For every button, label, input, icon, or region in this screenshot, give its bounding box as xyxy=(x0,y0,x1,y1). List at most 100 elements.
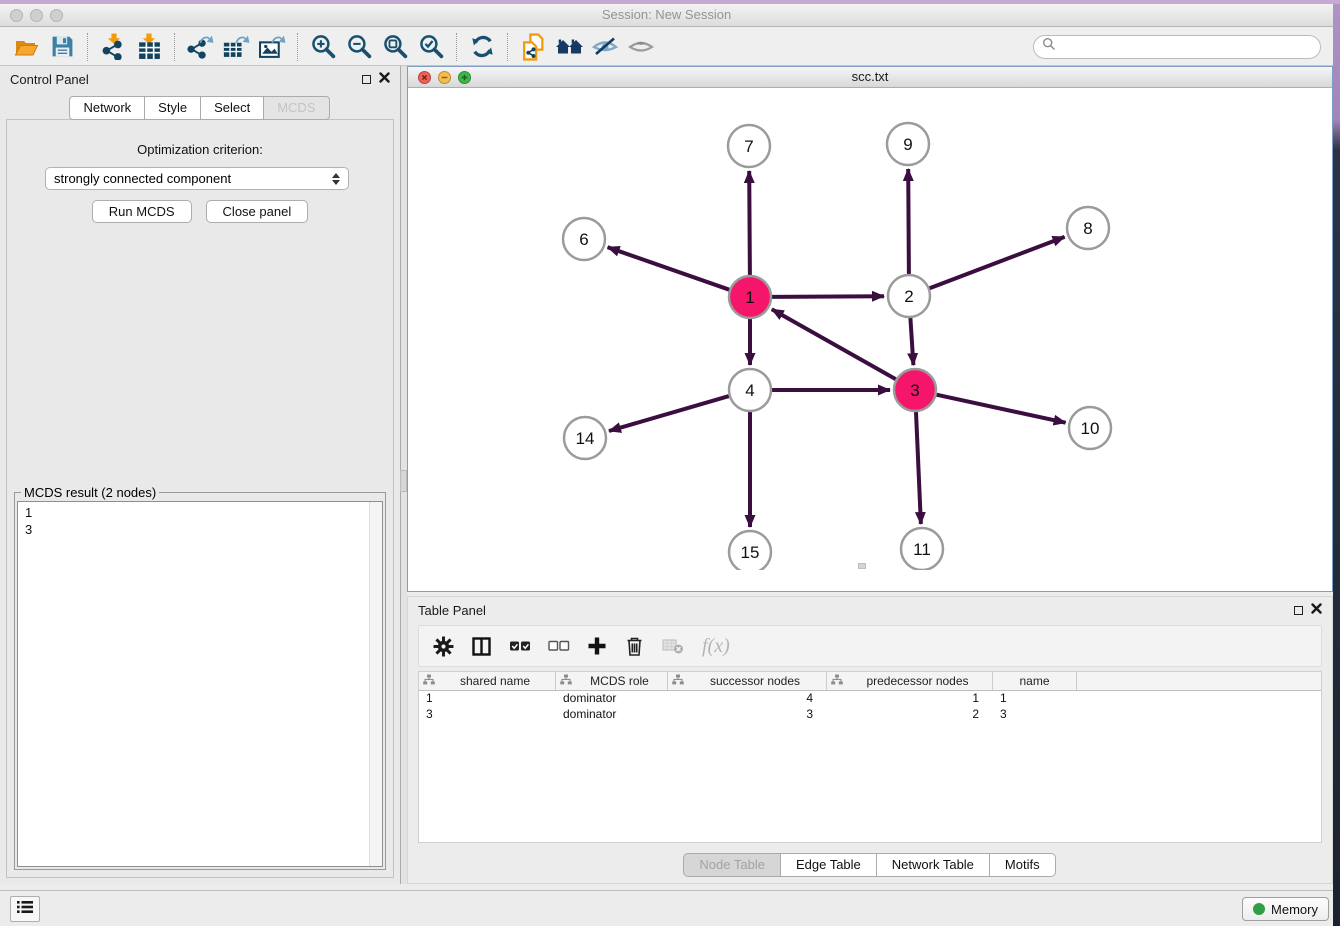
node-2[interactable]: 2 xyxy=(888,275,930,317)
edge-3-10[interactable] xyxy=(937,395,1066,423)
column-layout-icon[interactable] xyxy=(471,636,492,657)
open-session-icon[interactable] xyxy=(8,31,44,63)
tab-motifs[interactable]: Motifs xyxy=(989,853,1056,877)
node-9[interactable]: 9 xyxy=(887,123,929,165)
first-neighbors-icon[interactable] xyxy=(515,31,551,63)
memory-button[interactable]: Memory xyxy=(1242,897,1329,921)
toolbar-separator xyxy=(507,33,508,61)
column-header-predecessor-nodes[interactable]: predecessor nodes xyxy=(827,672,993,690)
home-icon[interactable] xyxy=(551,31,587,63)
table-cell[interactable]: 3 xyxy=(668,707,827,723)
table-cell[interactable]: 1 xyxy=(827,691,993,707)
edge-2-8[interactable] xyxy=(930,237,1065,288)
add-column-icon[interactable] xyxy=(587,636,607,656)
edge-1-6[interactable] xyxy=(608,247,730,290)
mcds-result-scrollbar[interactable] xyxy=(369,502,382,866)
node-8[interactable]: 8 xyxy=(1067,207,1109,249)
node-14[interactable]: 14 xyxy=(564,417,606,459)
close-panel-icon[interactable] xyxy=(379,70,390,88)
table-row[interactable]: 1dominator411 xyxy=(419,691,1321,707)
zoom-fit-icon[interactable] xyxy=(377,31,413,63)
edge-2-9[interactable] xyxy=(908,169,909,274)
edge-1-2[interactable] xyxy=(772,296,884,297)
mcds-result-line: 3 xyxy=(25,521,375,538)
tab-style[interactable]: Style xyxy=(144,96,201,120)
node-10[interactable]: 10 xyxy=(1069,407,1111,449)
column-header-name[interactable]: name xyxy=(993,672,1077,690)
mcds-result-lines: 13 xyxy=(18,502,382,540)
table-header-row: shared nameMCDS rolesuccessor nodesprede… xyxy=(419,672,1321,691)
table-cell[interactable]: 1 xyxy=(993,691,1077,707)
criterion-dropdown[interactable]: strongly connected component xyxy=(45,167,349,190)
svg-text:2: 2 xyxy=(904,287,913,306)
hide-details-icon[interactable] xyxy=(587,31,623,63)
table-cell[interactable]: 3 xyxy=(993,707,1077,723)
export-image-icon[interactable] xyxy=(254,31,290,63)
node-15[interactable]: 15 xyxy=(729,531,771,570)
optimization-criterion-label: Optimization criterion: xyxy=(7,142,393,157)
network-canvas[interactable]: 7 9 6 8 1 2 4 3 14 10 15 11 xyxy=(408,88,1332,570)
list-icon xyxy=(17,900,33,919)
float-panel-icon[interactable] xyxy=(362,75,371,84)
svg-text:11: 11 xyxy=(913,540,931,559)
node-4[interactable]: 4 xyxy=(729,369,771,411)
column-header-MCDS-role[interactable]: MCDS role xyxy=(556,672,668,690)
close-panel-icon[interactable] xyxy=(1311,601,1322,619)
import-table-icon[interactable] xyxy=(131,31,167,63)
task-history-button[interactable] xyxy=(10,896,40,922)
network-window-titlebar[interactable]: scc.txt xyxy=(408,67,1332,88)
mcds-result-textarea[interactable]: 13 xyxy=(17,501,383,867)
network-graph[interactable]: 7 9 6 8 1 2 4 3 14 10 15 11 xyxy=(408,88,1332,570)
table-cell[interactable]: dominator xyxy=(556,691,668,707)
delete-column-icon[interactable] xyxy=(624,635,645,657)
search-box[interactable] xyxy=(1033,35,1321,59)
select-all-checkbox-icon[interactable] xyxy=(509,638,531,654)
export-network-icon[interactable] xyxy=(182,31,218,63)
refresh-icon[interactable] xyxy=(464,31,500,63)
node-7[interactable]: 7 xyxy=(728,125,770,167)
mcds-panel: Optimization criterion: strongly connect… xyxy=(6,119,394,878)
table-cell[interactable]: 3 xyxy=(419,707,556,723)
node-table[interactable]: shared nameMCDS rolesuccessor nodesprede… xyxy=(418,671,1322,843)
column-type-tree-icon xyxy=(556,674,572,689)
vertical-splitter-handle[interactable] xyxy=(400,470,407,492)
tab-network-table[interactable]: Network Table xyxy=(876,853,990,877)
table-cell[interactable]: dominator xyxy=(556,707,668,723)
node-6[interactable]: 6 xyxy=(563,218,605,260)
edge-3-1[interactable] xyxy=(772,309,896,379)
zoom-in-icon[interactable] xyxy=(305,31,341,63)
zoom-selected-icon[interactable] xyxy=(413,31,449,63)
search-input[interactable] xyxy=(1061,39,1312,54)
canvas-splitter-handle[interactable] xyxy=(858,563,866,569)
zoom-out-icon[interactable] xyxy=(341,31,377,63)
export-table-icon[interactable] xyxy=(218,31,254,63)
table-cell[interactable]: 4 xyxy=(668,691,827,707)
run-mcds-button[interactable]: Run MCDS xyxy=(92,200,192,223)
settings-gear-icon[interactable] xyxy=(433,636,454,657)
tab-mcds[interactable]: MCDS xyxy=(263,96,329,120)
node-11[interactable]: 11 xyxy=(901,528,943,570)
edge-2-3[interactable] xyxy=(910,318,913,365)
column-header-successor-nodes[interactable]: successor nodes xyxy=(668,672,827,690)
node-3[interactable]: 3 xyxy=(894,369,936,411)
deselect-all-checkbox-icon[interactable] xyxy=(548,638,570,654)
table-row[interactable]: 3dominator323 xyxy=(419,707,1321,723)
tab-node-table[interactable]: Node Table xyxy=(683,853,781,877)
edge-4-14[interactable] xyxy=(609,396,729,431)
save-session-icon[interactable] xyxy=(44,31,80,63)
edge-3-11[interactable] xyxy=(916,412,921,524)
column-header-shared-name[interactable]: shared name xyxy=(419,672,556,690)
node-1[interactable]: 1 xyxy=(729,276,771,318)
float-panel-icon[interactable] xyxy=(1294,606,1303,615)
table-panel: Table Panel f(x) shared nameMCDS rolesuc… xyxy=(407,596,1333,884)
edge-1-7[interactable] xyxy=(749,171,750,275)
table-cell[interactable]: 2 xyxy=(827,707,993,723)
tab-edge-table[interactable]: Edge Table xyxy=(780,853,877,877)
table-cell[interactable]: 1 xyxy=(419,691,556,707)
tab-select[interactable]: Select xyxy=(200,96,264,120)
import-network-icon[interactable] xyxy=(95,31,131,63)
show-details-icon[interactable] xyxy=(623,31,659,63)
tab-network[interactable]: Network xyxy=(69,96,145,120)
close-panel-button[interactable]: Close panel xyxy=(206,200,309,223)
column-type-tree-icon xyxy=(419,674,435,689)
